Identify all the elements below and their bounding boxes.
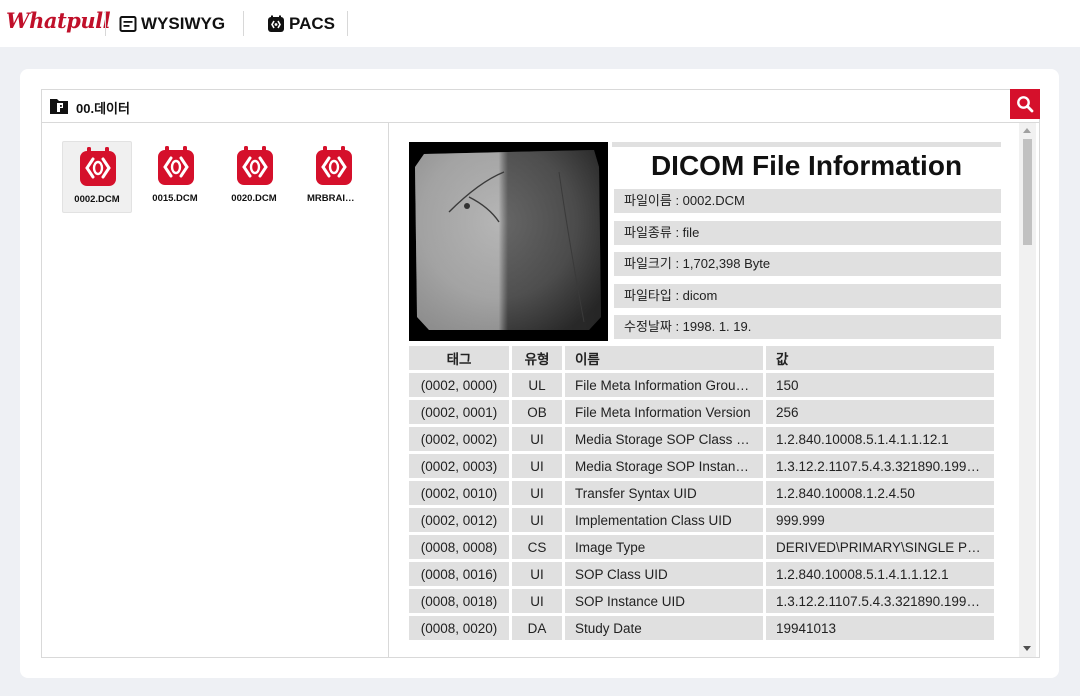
table-row[interactable]: (0008, 0020) DA Study Date 19941013 — [409, 616, 994, 640]
file-item[interactable]: 0002.DCM — [62, 141, 132, 213]
cell-name: File Meta Information Group Length — [565, 373, 763, 397]
cell-type: CS — [512, 535, 562, 559]
info-file-size: 파일크기 : 1,702,398 Byte — [614, 252, 1001, 276]
path-bar: 00.데이터 — [42, 89, 1040, 123]
dicom-image-preview — [409, 142, 608, 341]
cell-tag: (0002, 0012) — [409, 508, 509, 532]
table-row[interactable]: (0002, 0010) UI Transfer Syntax UID 1.2.840… — [409, 481, 994, 505]
cell-value: 1.3.12.2.1107.5.4.3.321890.19960124.1629… — [766, 589, 994, 613]
file-list: 0002.DCM 0015.DCM 0020.DCM MRBRAIN.DCM — [42, 123, 389, 657]
cell-type: UI — [512, 427, 562, 451]
cell-name: Media Storage SOP Instance UID — [565, 454, 763, 478]
cell-value: 1.3.12.2.1107.5.4.3.321890.19960124.1629… — [766, 454, 994, 478]
pacs-icon — [267, 15, 285, 33]
cell-tag: (0008, 0018) — [409, 589, 509, 613]
cell-name: Study Date — [565, 616, 763, 640]
cell-name: Transfer Syntax UID — [565, 481, 763, 505]
nav-divider — [243, 11, 244, 36]
nav-link-wysiwyg[interactable]: WYSIWYG — [119, 12, 225, 36]
cell-type: UI — [512, 508, 562, 532]
file-name: 0020.DCM — [231, 193, 277, 204]
cell-tag: (0008, 0008) — [409, 535, 509, 559]
cell-name: Media Storage SOP Class UID — [565, 427, 763, 451]
col-header-name: 이름 — [565, 346, 763, 370]
file-browser-panel: 00.데이터 0002.DCM 0015.DCM 0020.DCM MRBRAI… — [41, 89, 1040, 658]
cell-type: OB — [512, 400, 562, 424]
table-row[interactable]: (0002, 0012) UI Implementation Class UID 99… — [409, 508, 994, 532]
document-icon — [119, 15, 137, 33]
cell-name: Image Type — [565, 535, 763, 559]
table-row[interactable]: (0002, 0001) OB File Meta Information Vers… — [409, 400, 994, 424]
folder-icon — [49, 97, 69, 115]
table-header-row: 태그 유형 이름 값 — [409, 346, 994, 370]
cell-tag: (0008, 0020) — [409, 616, 509, 640]
cell-name: SOP Class UID — [565, 562, 763, 586]
file-name: MRBRAIN.DCM — [307, 193, 367, 204]
cell-name: File Meta Information Version — [565, 400, 763, 424]
current-path: 00.데이터 — [76, 101, 130, 116]
col-header-value: 값 — [766, 346, 994, 370]
cell-name: SOP Instance UID — [565, 589, 763, 613]
cell-value: 1.2.840.10008.1.2.4.50 — [766, 481, 994, 505]
cell-type: UI — [512, 562, 562, 586]
vertical-scrollbar[interactable] — [1019, 123, 1036, 657]
cell-value: 1.2.840.10008.5.1.4.1.1.12.1 — [766, 427, 994, 451]
table-row[interactable]: (0008, 0016) UI SOP Class UID 1.2.840.10008… — [409, 562, 994, 586]
info-header-bar — [612, 142, 1001, 147]
info-file-name: 파일이름 : 0002.DCM — [614, 189, 1001, 213]
nav-link-pacs[interactable]: PACS — [267, 12, 335, 36]
nav-link-label: WYSIWYG — [141, 14, 226, 33]
table-row[interactable]: (0002, 0000) UL File Meta Information Grou… — [409, 373, 994, 397]
info-title: DICOM File Information — [650, 150, 963, 181]
info-modified-date: 수정날짜 : 1998. 1. 19. — [614, 315, 1001, 339]
dicom-file-icon — [235, 145, 275, 187]
file-item[interactable]: 0020.DCM — [220, 141, 288, 211]
cell-value: DERIVED\PRIMARY\SINGLE PLANE — [766, 535, 994, 559]
brand-logo[interactable]: Whatpull — [6, 8, 111, 33]
col-header-tag: 태그 — [409, 346, 509, 370]
col-header-type: 유형 — [512, 346, 562, 370]
cell-value: 999.999 — [766, 508, 994, 532]
scroll-thumb[interactable] — [1023, 139, 1032, 245]
info-file-kind: 파일종류 : file — [614, 221, 1001, 245]
cell-type: UI — [512, 454, 562, 478]
search-icon — [1017, 96, 1034, 113]
cell-tag: (0002, 0003) — [409, 454, 509, 478]
cell-type: UL — [512, 373, 562, 397]
cell-tag: (0002, 0010) — [409, 481, 509, 505]
scroll-up-arrow[interactable] — [1023, 128, 1031, 133]
table-row[interactable]: (0002, 0002) UI Media Storage SOP Class UI… — [409, 427, 994, 451]
cell-type: UI — [512, 589, 562, 613]
dicom-file-icon — [156, 145, 196, 187]
table-row[interactable]: (0008, 0008) CS Image Type DERIVED\PRIMARY\… — [409, 535, 994, 559]
cell-tag: (0002, 0001) — [409, 400, 509, 424]
cell-tag: (0002, 0002) — [409, 427, 509, 451]
file-item[interactable]: 0015.DCM — [141, 141, 209, 211]
nav-divider — [105, 11, 106, 36]
file-item[interactable]: MRBRAIN.DCM — [299, 141, 367, 211]
dicom-file-icon — [314, 145, 354, 187]
top-navigation: Whatpull WYSIWYG PACS — [0, 0, 1080, 47]
info-file-type: 파일타입 : dicom — [614, 284, 1001, 308]
table-row[interactable]: (0002, 0003) UI Media Storage SOP Instance… — [409, 454, 994, 478]
cell-value: 256 — [766, 400, 994, 424]
cell-name: Implementation Class UID — [565, 508, 763, 532]
cell-type: UI — [512, 481, 562, 505]
cell-tag: (0008, 0016) — [409, 562, 509, 586]
file-name: 0015.DCM — [152, 193, 198, 204]
search-button[interactable] — [1010, 89, 1040, 119]
cell-tag: (0002, 0000) — [409, 373, 509, 397]
cell-type: DA — [512, 616, 562, 640]
file-name: 0002.DCM — [74, 194, 120, 205]
dicom-file-icon — [78, 146, 118, 188]
file-detail-pane: DICOM File Information 파일이름 : 0002.DCM 파… — [389, 123, 1039, 657]
dicom-tag-table: 태그 유형 이름 값 (0002, 0000) UL File Meta Infor… — [406, 343, 997, 643]
nav-link-label: PACS — [289, 14, 335, 33]
cell-value: 150 — [766, 373, 994, 397]
cell-value: 1.2.840.10008.5.1.4.1.1.12.1 — [766, 562, 994, 586]
scroll-down-arrow[interactable] — [1023, 646, 1031, 651]
table-row[interactable]: (0008, 0018) UI SOP Instance UID 1.3.12.2.1… — [409, 589, 994, 613]
cell-value: 19941013 — [766, 616, 994, 640]
nav-divider — [347, 11, 348, 36]
